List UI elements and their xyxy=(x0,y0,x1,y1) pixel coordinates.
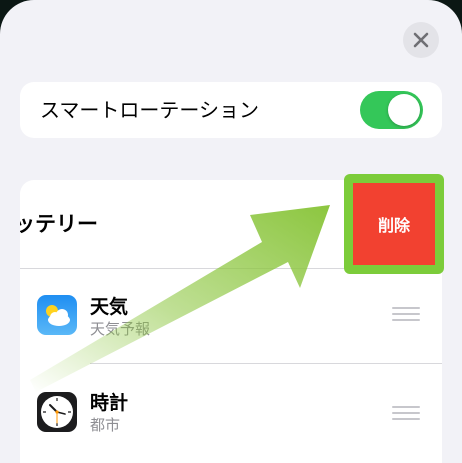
smart-rotation-card: スマートローテーション xyxy=(20,82,442,138)
close-button[interactable] xyxy=(403,22,439,58)
weather-title: 天気 xyxy=(90,296,129,318)
clock-subtitle: 都市 xyxy=(90,416,121,434)
weather-subtitle: 天気予報 xyxy=(90,320,151,338)
widget-settings-sheet: スマートローテーション ッテリー 天気 天気予報 時計 都市 削除 xyxy=(0,0,462,463)
list-item-weather[interactable]: 天気 天気予報 xyxy=(20,276,442,360)
delete-button[interactable]: 削除 xyxy=(353,183,435,265)
list-item-clock[interactable]: 時計 都市 xyxy=(20,376,442,460)
smart-rotation-toggle[interactable] xyxy=(360,91,423,129)
clock-icon xyxy=(37,392,77,432)
drag-handle-icon[interactable] xyxy=(392,406,420,420)
drag-handle-icon[interactable] xyxy=(392,307,420,321)
toggle-knob xyxy=(388,94,420,126)
divider xyxy=(90,363,442,364)
clock-title: 時計 xyxy=(90,392,129,414)
battery-widget-label: ッテリー xyxy=(20,212,98,236)
close-icon xyxy=(413,32,429,48)
smart-rotation-label: スマートローテーション xyxy=(40,98,259,122)
weather-icon xyxy=(37,295,77,335)
